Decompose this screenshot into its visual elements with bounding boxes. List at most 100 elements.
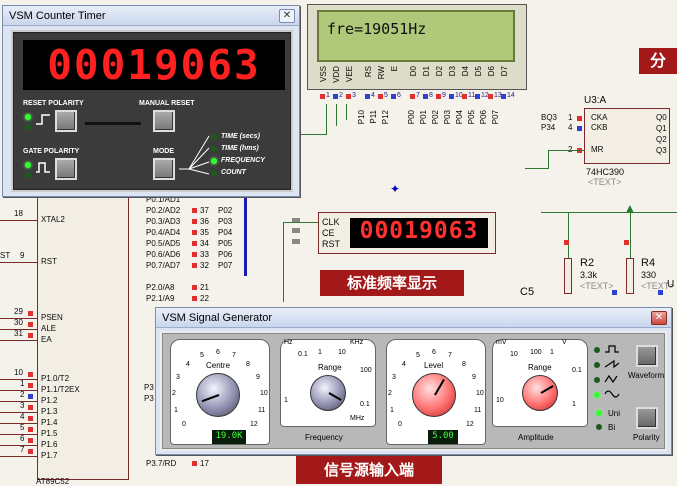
range-scale-label: 0.1 — [298, 351, 308, 358]
lcd-pin-marker — [488, 94, 493, 99]
mcu-pin-p1-3: P1.3 — [41, 407, 58, 416]
mcu-pin-number: 36 — [200, 217, 209, 226]
gate-polarity-icon — [35, 160, 51, 176]
range-scale-label: 1 — [550, 349, 554, 356]
signal-generator-titlebar[interactable]: VSM Signal Generator ✕ — [156, 308, 671, 328]
manual-reset-button[interactable] — [153, 110, 175, 132]
waveform-led — [594, 362, 600, 368]
mcu-net-label: ST — [0, 251, 11, 260]
lcd-pin-marker — [423, 94, 428, 99]
mcu-pin-marker — [28, 372, 33, 377]
mcu-pin-marker — [192, 285, 197, 290]
lcd-wire-label: P06 — [479, 110, 488, 125]
mcu-pin-marker — [28, 438, 33, 443]
dial-scale-label: 2 — [388, 390, 392, 397]
counter-timer-digits: 00019063 — [47, 41, 261, 89]
dial-scale-label: 7 — [232, 352, 236, 359]
counter-pin-clk: CLK — [322, 217, 340, 227]
gate-polarity-button[interactable] — [55, 158, 77, 180]
mcu-net-label: P03 — [218, 217, 233, 226]
mcu-pin-p0-1-ad1: P0.1/AD1 — [146, 195, 181, 204]
sine-icon — [604, 388, 620, 400]
lcd-pin-d4: D4 — [461, 66, 470, 77]
signal-generator-close-button[interactable]: ✕ — [651, 311, 667, 325]
dial-scale-label: 1 — [174, 407, 178, 414]
lcd-pin-marker — [449, 94, 454, 99]
signal-generator-window[interactable]: VSM Signal Generator ✕ 0 1 2 3 4 5 6 7 8 9 10 11 12 … — [155, 307, 672, 455]
lcd-pin-number: 3 — [352, 92, 356, 99]
counter-block-display: 00019063 — [350, 218, 488, 248]
lcd-wire-label: P10 — [357, 110, 366, 125]
range-unit-left: mV — [496, 339, 507, 346]
mode-option-1: TIME (hms) — [221, 145, 259, 152]
square-icon — [604, 343, 620, 355]
mcu-pin-marker — [192, 241, 197, 246]
mcu-part: AT89C52 — [36, 477, 70, 486]
mcu-pin-marker — [28, 311, 33, 316]
dial-scale-label: 11 — [474, 407, 482, 414]
mcu-net-label: P07 — [218, 261, 233, 270]
range-scale-label: 10 — [496, 397, 504, 404]
centre-knob-label: Centre — [206, 361, 231, 370]
centre-knob[interactable] — [196, 373, 240, 417]
freq-range-knob[interactable] — [310, 375, 346, 411]
dial-scale-label: 7 — [448, 352, 452, 359]
mcu-pin-number: 21 — [200, 283, 209, 292]
uni-led — [596, 410, 602, 416]
mcu-pin-ale: ALE — [41, 324, 57, 333]
mcu-pin-p0-5-ad5: P0.5/AD5 — [146, 239, 181, 248]
waveform-led — [594, 377, 600, 383]
lcd-wire-label: P07 — [491, 110, 500, 125]
mcu-pin-number: 35 — [200, 228, 209, 237]
ic-output-q1: Q1 — [656, 124, 667, 133]
lcd-wire-label: P05 — [467, 110, 476, 125]
mcu-pin-marker — [28, 405, 33, 410]
range-unit-left: Hz — [284, 339, 293, 346]
mcu-pin-number: 22 — [200, 294, 209, 303]
waveform-button[interactable] — [636, 345, 658, 367]
lcd-pin-e: E — [390, 66, 399, 72]
mcu-pin-p2-1-a9: P2.1/A9 — [146, 294, 175, 303]
mcu-pin-psen: PSEN — [41, 313, 63, 322]
lcd-pin-number: 2 — [339, 92, 343, 99]
resistor-r2[interactable] — [564, 258, 572, 294]
lcd-pin-d2: D2 — [435, 66, 444, 77]
triangle-icon — [604, 373, 620, 385]
mcu-pin-number: 29 — [14, 307, 23, 316]
polarity-button[interactable] — [636, 407, 658, 429]
dial-scale-label: 2 — [172, 390, 176, 397]
mcu-pin-number: 10 — [14, 368, 23, 377]
polarity-label: Polarity — [633, 433, 660, 442]
bi-led — [596, 424, 602, 430]
lcd-wire-label: P04 — [455, 110, 464, 125]
lcd-pin-vee: VEE — [345, 66, 354, 83]
counter-timer-window[interactable]: VSM Counter Timer ✕ 00019063 RESET POLAR… — [2, 5, 300, 197]
lcd-pin-marker — [410, 94, 415, 99]
lcd-pin-number: 1 — [326, 92, 330, 99]
bi-label: Bi — [608, 423, 616, 432]
mcu-pin-number: 18 — [14, 209, 23, 218]
counter-timer-titlebar[interactable]: VSM Counter Timer ✕ — [3, 6, 299, 26]
capacitor-c5-ref: C5 — [520, 286, 535, 298]
dial-scale-label: 0 — [398, 421, 402, 428]
mcu-pin-number: 1 — [20, 379, 25, 388]
resistor-r4[interactable] — [626, 258, 634, 294]
level-knob[interactable] — [412, 373, 456, 417]
reset-polarity-button[interactable] — [55, 110, 77, 132]
mcu-pin-marker — [192, 208, 197, 213]
waveform-led — [594, 392, 600, 398]
lcd-pin-marker — [378, 94, 383, 99]
counter-timer-close-button[interactable]: ✕ — [279, 9, 295, 23]
waveform-led — [594, 347, 600, 353]
mode-button[interactable] — [153, 158, 175, 180]
lcd-pin-d6: D6 — [487, 66, 496, 77]
mcu-pin-number: 31 — [14, 329, 23, 338]
lcd-wire-label: P00 — [407, 110, 416, 125]
ic-pin-number: 1 — [568, 113, 573, 122]
amp-range-knob[interactable] — [522, 375, 558, 411]
ic-74hc390-text: <TEXT> — [588, 177, 622, 187]
mcu-pin-p0-7-ad7: P0.7/AD7 — [146, 261, 181, 270]
waveform-label: Waveform — [628, 371, 665, 380]
gate-polarity-led-2 — [25, 172, 31, 178]
lcd-pin-marker — [436, 94, 441, 99]
